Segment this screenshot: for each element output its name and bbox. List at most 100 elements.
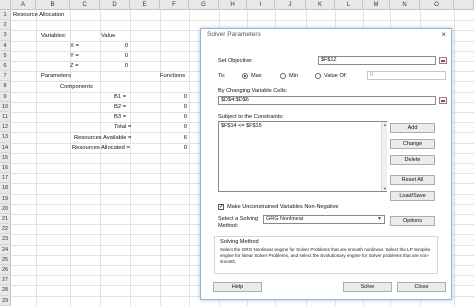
column-header-i[interactable]: I <box>247 0 275 10</box>
row-header-11[interactable]: 11 <box>0 112 11 123</box>
constraints-list[interactable]: $F$14 <= $F$15 ▲ ▼ <box>218 121 387 192</box>
row-header-20[interactable]: 20 <box>0 203 11 214</box>
cell-total-label[interactable]: Total = <box>114 122 131 132</box>
column-header-d[interactable]: D <box>100 0 130 10</box>
cell-value-label[interactable]: Value <box>101 31 115 41</box>
column-header-h[interactable]: H <box>219 0 247 10</box>
row-header-18[interactable]: 18 <box>0 183 11 194</box>
row-header-5[interactable]: 5 <box>0 50 11 61</box>
column-header-g[interactable]: G <box>189 0 219 10</box>
changing-cells-range-picker-icon[interactable] <box>439 97 447 104</box>
cell-res-avail-label[interactable]: Resources Available = <box>74 133 131 143</box>
row-header-21[interactable]: 21 <box>0 214 11 225</box>
column-header-m[interactable]: M <box>363 0 390 10</box>
non-negative-checkbox[interactable]: ✓ <box>218 204 224 210</box>
row-header-25[interactable]: 25 <box>0 254 11 265</box>
close-button[interactable]: Close <box>397 282 446 292</box>
value-of-radio[interactable] <box>315 73 321 79</box>
cell-res-alloc-label[interactable]: Resources Allocated = <box>72 143 130 153</box>
row-header-10[interactable]: 10 <box>0 101 11 112</box>
cell-x-value[interactable]: 0 <box>100 41 128 51</box>
column-header-j[interactable]: J <box>275 0 306 10</box>
cell-b2-value[interactable]: 0 <box>160 102 187 112</box>
row-header-9[interactable]: 9 <box>0 91 11 102</box>
cell-functions-label[interactable]: Functions <box>160 71 185 81</box>
row-header-1[interactable]: 1 <box>0 10 11 21</box>
cell-b3-label[interactable]: B3 = <box>114 112 126 122</box>
cell-components-label[interactable]: Components <box>60 82 93 92</box>
options-button[interactable]: Options <box>390 216 435 226</box>
cell-b2-label[interactable]: B2 = <box>114 102 126 112</box>
constraints-scrollbar[interactable]: ▲ ▼ <box>381 122 387 191</box>
row-header-12[interactable]: 12 <box>0 122 11 133</box>
solving-method-select[interactable]: GRG Nonlinear ▼ <box>263 215 385 224</box>
cell-res-alloc-value[interactable]: 0 <box>160 143 187 153</box>
column-header-f[interactable]: F <box>160 0 189 10</box>
row-header-7[interactable]: 7 <box>0 71 11 82</box>
row-header-27[interactable]: 27 <box>0 275 11 286</box>
value-of-field[interactable]: 0 <box>367 71 446 80</box>
help-button[interactable]: Help <box>213 282 262 292</box>
row-header-29[interactable]: 29 <box>0 295 11 306</box>
change-button[interactable]: Change <box>390 139 435 149</box>
cell-title[interactable]: Resource Allocation <box>13 10 64 20</box>
column-header-b[interactable]: B <box>36 0 70 10</box>
scroll-down-icon[interactable]: ▼ <box>382 186 388 191</box>
max-radio[interactable] <box>242 73 248 79</box>
column-header-c[interactable]: C <box>70 0 100 10</box>
changing-cells-field[interactable]: $D$4:$D$6 <box>218 96 436 105</box>
min-radio[interactable] <box>280 73 286 79</box>
row-header-8[interactable]: 8 <box>0 81 11 92</box>
cell-b1-label[interactable]: B1 = <box>114 92 126 102</box>
cell-b1-value[interactable]: 0 <box>160 92 187 102</box>
dialog-title[interactable]: Solver Parameters <box>201 29 451 41</box>
row-header-19[interactable]: 19 <box>0 193 11 204</box>
row-header-23[interactable]: 23 <box>0 234 11 245</box>
add-button[interactable]: Add <box>390 123 435 133</box>
column-header-o[interactable]: O <box>420 0 454 10</box>
column-header-k[interactable]: K <box>306 0 335 10</box>
row-header-22[interactable]: 22 <box>0 224 11 235</box>
chevron-down-icon[interactable]: ▼ <box>377 216 382 223</box>
reset-all-button[interactable]: Reset All <box>390 175 435 185</box>
column-header-n[interactable]: N <box>390 0 420 10</box>
row-header-15[interactable]: 15 <box>0 152 11 163</box>
close-icon[interactable]: × <box>441 29 446 41</box>
cell-total-value[interactable]: 0 <box>160 122 187 132</box>
row-header-26[interactable]: 26 <box>0 265 11 276</box>
gridline <box>11 20 474 21</box>
row-header-4[interactable]: 4 <box>0 40 11 51</box>
solve-button[interactable]: Solve <box>343 282 392 292</box>
column-header-l[interactable]: L <box>335 0 363 10</box>
cell-y-value[interactable]: 0 <box>100 51 128 61</box>
constraint-item[interactable]: $F$14 <= $F$15 <box>221 123 262 130</box>
set-objective-field[interactable]: $F$12 <box>318 56 436 65</box>
row-header-2[interactable]: 2 <box>0 20 11 31</box>
cell-parameters-label[interactable]: Parameters <box>41 71 71 81</box>
cell-res-avail-value[interactable]: 6 <box>160 133 187 143</box>
row-header-6[interactable]: 6 <box>0 61 11 72</box>
row-header-17[interactable]: 17 <box>0 173 11 184</box>
objective-range-picker-icon[interactable] <box>439 57 447 64</box>
row-header-16[interactable]: 16 <box>0 163 11 174</box>
cell-z-label[interactable]: Z = <box>70 61 79 71</box>
row-header-24[interactable]: 24 <box>0 244 11 255</box>
row-header-3[interactable]: 3 <box>0 30 11 41</box>
cell-z-value[interactable]: 0 <box>100 61 128 71</box>
column-header-e[interactable]: E <box>130 0 160 10</box>
cell-variables-label[interactable]: Variables: <box>41 31 66 41</box>
cell-y-label[interactable]: Y = <box>70 51 79 61</box>
cell-x-label[interactable]: X = <box>70 41 79 51</box>
cell-b3-value[interactable]: 0 <box>160 112 187 122</box>
load-save-button[interactable]: Load/Save <box>390 191 435 201</box>
scroll-up-icon[interactable]: ▲ <box>382 122 388 127</box>
constraints-label: Subject to the Constraints: <box>218 114 284 120</box>
delete-button[interactable]: Delete <box>390 155 435 165</box>
gridline <box>160 10 161 306</box>
solver-parameters-dialog: Solver Parameters × Set Objective: $F$12… <box>200 28 452 300</box>
row-header-14[interactable]: 14 <box>0 142 11 153</box>
row-header-28[interactable]: 28 <box>0 285 11 296</box>
select-all-corner[interactable] <box>0 0 11 10</box>
column-header-a[interactable]: A <box>11 0 36 10</box>
row-header-13[interactable]: 13 <box>0 132 11 143</box>
